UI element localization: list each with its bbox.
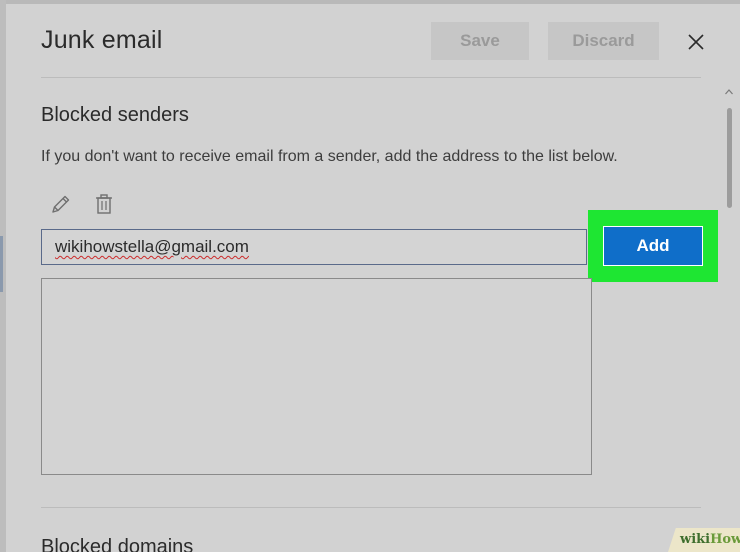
close-icon[interactable] <box>682 28 710 56</box>
scrollbar-thumb[interactable] <box>727 108 732 208</box>
dialog-header: Junk email Save Discard <box>6 4 740 77</box>
scroll-up-arrow-icon[interactable] <box>724 84 734 95</box>
add-button[interactable]: Add <box>603 226 703 266</box>
save-button[interactable]: Save <box>431 22 529 60</box>
blocked-senders-heading: Blocked senders <box>41 104 189 126</box>
blocked-sender-input-value: wikihowstella@gmail.com <box>55 237 249 256</box>
junk-email-dialog: Junk email Save Discard Blocked senders … <box>6 4 740 552</box>
discard-button[interactable]: Discard <box>548 22 659 60</box>
dialog-title: Junk email <box>41 26 163 54</box>
header-divider <box>41 77 701 78</box>
blocked-senders-description: If you don't want to receive email from … <box>41 148 618 165</box>
wikihow-watermark-logo: wikiHow <box>680 532 740 547</box>
screenshot-frame: Junk email Save Discard Blocked senders … <box>0 0 740 552</box>
section-divider <box>41 507 701 508</box>
blocked-senders-list[interactable] <box>41 278 592 475</box>
background-selection-accent <box>0 236 3 292</box>
blocked-sender-input[interactable]: wikihowstella@gmail.com <box>41 229 587 265</box>
blocked-domains-heading: Blocked domains <box>41 536 194 552</box>
watermark-part-1: wiki <box>680 532 711 547</box>
vertical-scrollbar[interactable] <box>724 84 734 544</box>
pencil-icon[interactable] <box>49 192 73 216</box>
watermark-part-2: How <box>710 532 740 547</box>
trash-icon[interactable] <box>92 192 116 216</box>
